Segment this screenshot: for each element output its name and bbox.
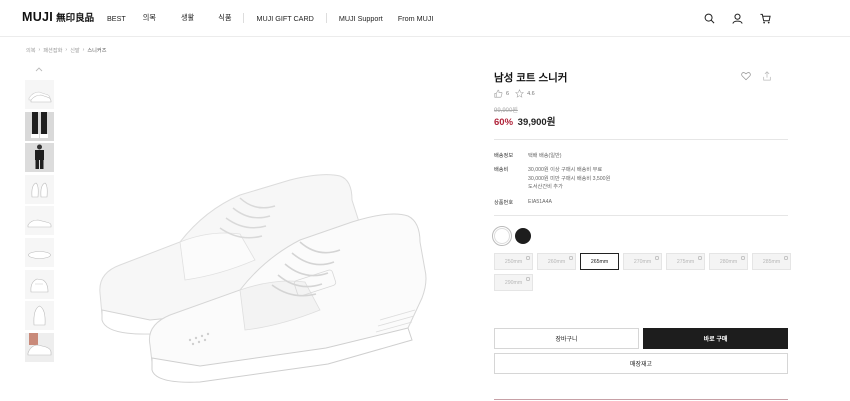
size-label: 260mm bbox=[547, 258, 566, 265]
breadcrumb-separator: › bbox=[82, 47, 85, 53]
color-swatch-black[interactable] bbox=[515, 228, 531, 244]
product-code-row: 상품번호 EIA51A4A bbox=[494, 199, 610, 206]
like-count: 6 bbox=[506, 90, 510, 97]
nav-from-muji[interactable]: From MUJI bbox=[398, 14, 434, 23]
shipping-line: 30,000원 이상 구매시 배송비 무료 bbox=[528, 167, 603, 173]
thumbnail[interactable] bbox=[25, 206, 54, 236]
product-code-label: 상품번호 bbox=[494, 199, 514, 206]
title-actions bbox=[741, 71, 772, 81]
size-label: 285mm bbox=[762, 258, 781, 265]
main-nav: BEST 의복 생활 식품 MUJI GIFT CARD MUJI Suppor… bbox=[107, 13, 433, 23]
thumbnail[interactable] bbox=[25, 332, 54, 362]
restock-alert-icon bbox=[655, 256, 659, 260]
product-main-image bbox=[99, 174, 427, 383]
shipping-row: 배송비 30,000원 이상 구매시 배송비 무료 30,000원 미만 구매시… bbox=[494, 166, 610, 192]
nav-clothing[interactable]: 의복 bbox=[143, 13, 156, 23]
thumbnail[interactable] bbox=[25, 237, 54, 267]
delivery-value: 택배 배송(일반) bbox=[528, 153, 562, 159]
restock-alert-icon bbox=[526, 277, 530, 281]
size-label: 290mm bbox=[504, 279, 523, 286]
size-option[interactable]: 260mm bbox=[537, 253, 576, 270]
star-icon bbox=[515, 89, 525, 98]
original-price: 99,900원 bbox=[494, 108, 518, 114]
shipping-value: 30,000원 이상 구매시 배송비 무료 30,000원 미만 구매시 배송비… bbox=[528, 166, 610, 192]
nav-support[interactable]: MUJI Support bbox=[339, 14, 383, 23]
size-label: 270mm bbox=[633, 258, 652, 265]
breadcrumb: 의복 › 패션잡화 › 신발 › 스니커즈 bbox=[26, 47, 106, 54]
thumbnail[interactable] bbox=[25, 111, 54, 141]
restock-alert-icon bbox=[741, 256, 745, 260]
size-option[interactable]: 285mm bbox=[752, 253, 791, 270]
logo-text-en: MUJI bbox=[22, 10, 54, 24]
nav-divider bbox=[325, 13, 327, 23]
size-option[interactable]: 270mm bbox=[623, 253, 662, 270]
restock-alert-icon bbox=[569, 256, 573, 260]
size-label: 265mm bbox=[590, 258, 609, 265]
delivery-row: 배송정보 택배 배송(일반) bbox=[494, 152, 610, 159]
nav-best[interactable]: BEST bbox=[107, 14, 126, 23]
discount-rate: 60% bbox=[494, 117, 514, 128]
thumbnail-list bbox=[25, 80, 54, 364]
thumbnail[interactable] bbox=[25, 301, 54, 331]
product-title: 남성 코트 스니커 bbox=[494, 72, 568, 84]
nav-living[interactable]: 생활 bbox=[181, 13, 194, 23]
share-icon[interactable] bbox=[762, 71, 772, 81]
color-options bbox=[492, 226, 531, 246]
color-swatch-white[interactable] bbox=[492, 226, 512, 246]
search-icon[interactable] bbox=[702, 11, 716, 25]
restock-alert-icon bbox=[698, 256, 702, 260]
shipping-line: 30,000원 미만 구매시 배송비 3,500원 bbox=[528, 175, 611, 182]
logo-text-kr: 無印良品 bbox=[56, 13, 95, 24]
muji-logo[interactable]: MUJI 無印良品 bbox=[22, 10, 94, 24]
size-option-selected[interactable]: 265mm bbox=[580, 253, 619, 270]
breadcrumb-item[interactable]: 신발 bbox=[70, 47, 80, 54]
nav-food[interactable]: 식품 bbox=[218, 13, 231, 23]
size-option[interactable]: 290mm bbox=[494, 274, 533, 291]
size-option[interactable]: 280mm bbox=[709, 253, 748, 270]
thumbnail[interactable] bbox=[25, 80, 54, 109]
size-option[interactable]: 250mm bbox=[494, 253, 533, 270]
breadcrumb-current: 스니커즈 bbox=[87, 48, 107, 54]
shipping-label: 배송비 bbox=[494, 167, 509, 173]
sale-price: 39,900원 bbox=[517, 117, 556, 128]
header-icons bbox=[702, 11, 772, 25]
divider bbox=[494, 399, 788, 400]
product-info-table: 배송정보 택배 배송(일반) 배송비 30,000원 이상 구매시 배송비 무료… bbox=[494, 152, 610, 213]
size-label: 280mm bbox=[719, 258, 738, 265]
site-header: MUJI 無印良品 BEST 의복 생활 식품 MUJI GIFT CARD M… bbox=[0, 0, 850, 37]
thumbs-up-icon[interactable] bbox=[494, 89, 503, 98]
breadcrumb-separator: › bbox=[65, 47, 68, 53]
restock-alert-icon bbox=[526, 256, 530, 260]
divider bbox=[494, 215, 788, 216]
breadcrumb-item[interactable]: 패션잡화 bbox=[43, 47, 62, 54]
thumbnail[interactable] bbox=[25, 269, 54, 299]
delivery-label: 배송정보 bbox=[494, 153, 514, 159]
add-to-cart-button[interactable]: 장바구니 bbox=[494, 328, 639, 349]
size-label: 250mm bbox=[504, 258, 523, 265]
nav-divider bbox=[243, 13, 245, 23]
breadcrumb-item[interactable]: 의복 bbox=[26, 47, 36, 54]
price-row: 60% 39,900원 bbox=[494, 114, 555, 128]
heart-icon[interactable] bbox=[741, 71, 751, 81]
size-options: 250mm 260mm 265mm 270mm 275mm 280mm 285m… bbox=[494, 253, 794, 291]
thumbnail[interactable] bbox=[25, 143, 54, 173]
buy-now-button[interactable]: 바로 구매 bbox=[643, 328, 788, 349]
thumbnail[interactable] bbox=[25, 174, 54, 204]
breadcrumb-separator: › bbox=[38, 47, 41, 53]
cart-icon[interactable] bbox=[758, 11, 772, 25]
user-icon[interactable] bbox=[730, 11, 744, 25]
chevron-up-icon[interactable] bbox=[34, 66, 44, 72]
rating-value: 4.6 bbox=[527, 90, 535, 97]
size-label: 275mm bbox=[676, 258, 695, 265]
divider bbox=[494, 139, 788, 140]
rating-row: 6 4.6 bbox=[494, 89, 535, 98]
store-stock-button[interactable]: 매장재고 bbox=[494, 353, 788, 374]
restock-alert-icon bbox=[784, 256, 788, 260]
product-code-value: EIA51A4A bbox=[528, 198, 552, 205]
nav-gift-card[interactable]: MUJI GIFT CARD bbox=[256, 14, 313, 23]
shipping-line: 도서산간비 추가 bbox=[528, 184, 563, 190]
size-option[interactable]: 275mm bbox=[666, 253, 705, 270]
